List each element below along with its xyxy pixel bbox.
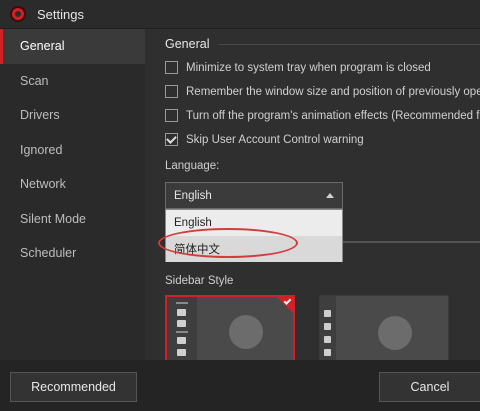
minimize-to-tray-option[interactable]: Minimize to system tray when program is … bbox=[165, 61, 431, 74]
language-label: Language: bbox=[165, 160, 220, 172]
sidebar-item-label: Network bbox=[20, 177, 66, 192]
skip-uac-checkbox[interactable] bbox=[165, 133, 178, 146]
sidebar-item-drivers[interactable]: Drivers bbox=[0, 98, 145, 133]
divider bbox=[343, 241, 480, 243]
thumbnail-sidebar bbox=[167, 297, 197, 360]
sidebar-item-scan[interactable]: Scan bbox=[0, 64, 145, 99]
sidebar-item-label: General bbox=[20, 39, 65, 54]
sidebar-item-general[interactable]: General bbox=[0, 29, 145, 64]
sidebar-style-option-2[interactable] bbox=[319, 295, 449, 360]
minimize-to-tray-checkbox[interactable] bbox=[165, 61, 178, 74]
skip-uac-option[interactable]: Skip User Account Control warning bbox=[165, 133, 364, 146]
selected-corner bbox=[275, 295, 295, 315]
sidebar-item-network[interactable]: Network bbox=[0, 167, 145, 202]
sidebar-item-ignored[interactable]: Ignored bbox=[0, 133, 145, 168]
cancel-button[interactable]: Cancel bbox=[379, 372, 480, 402]
remember-window-checkbox[interactable] bbox=[165, 85, 178, 98]
animation-effects-checkbox[interactable] bbox=[165, 109, 178, 122]
caret-up-icon bbox=[326, 193, 334, 198]
annotation-circle bbox=[158, 228, 298, 258]
thumbnail-circle bbox=[229, 315, 263, 349]
sidebar-item-label: Ignored bbox=[20, 142, 63, 157]
general-section-header: General bbox=[165, 37, 480, 51]
sidebar-style-label: Sidebar Style bbox=[165, 275, 234, 287]
settings-sidebar: General Scan Drivers Ignored Network Sil… bbox=[0, 29, 145, 359]
settings-content: General Minimize to system tray when pro… bbox=[145, 29, 480, 360]
option-label: Turn off the program's animation effects… bbox=[186, 109, 480, 122]
option-label: Minimize to system tray when program is … bbox=[186, 61, 431, 74]
sidebar-item-label: Scan bbox=[20, 73, 49, 88]
sidebar-item-label: Drivers bbox=[20, 108, 60, 123]
sidebar-item-label: Silent Mode bbox=[20, 211, 87, 226]
remember-window-option[interactable]: Remember the window size and position of… bbox=[165, 85, 480, 98]
window-title: Settings bbox=[37, 6, 84, 22]
thumbnail-sidebar bbox=[320, 296, 336, 360]
recommended-button[interactable]: Recommended bbox=[10, 372, 137, 402]
footer-bar: Recommended Cancel bbox=[0, 360, 480, 411]
option-label: Skip User Account Control warning bbox=[186, 133, 364, 146]
app-logo-icon bbox=[10, 6, 26, 22]
title-bar: Settings bbox=[0, 0, 480, 29]
section-divider bbox=[219, 43, 480, 45]
sidebar-item-label: Scheduler bbox=[20, 246, 77, 261]
section-title: General bbox=[165, 37, 210, 51]
option-label: Remember the window size and position of… bbox=[186, 85, 480, 98]
language-selected-value: English bbox=[174, 189, 212, 202]
sidebar-style-option-1[interactable] bbox=[165, 295, 295, 360]
sidebar-item-silent-mode[interactable]: Silent Mode bbox=[0, 202, 145, 237]
language-select[interactable]: English bbox=[165, 182, 343, 209]
thumbnail-circle bbox=[378, 316, 412, 350]
animation-effects-option[interactable]: Turn off the program's animation effects… bbox=[165, 109, 480, 122]
sidebar-item-scheduler[interactable]: Scheduler bbox=[0, 236, 145, 271]
